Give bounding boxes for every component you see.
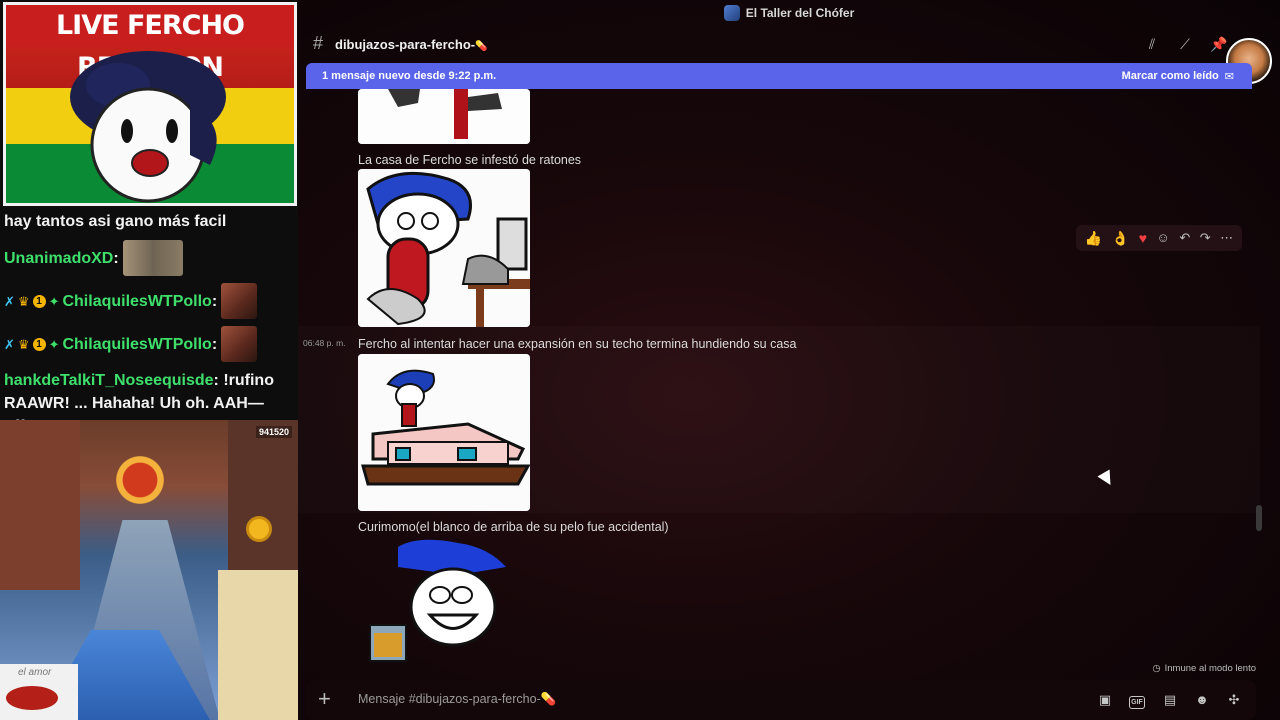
chat-username: UnanimadoXD bbox=[4, 249, 114, 267]
chat-line: hay tantos asi gano más facil bbox=[4, 210, 294, 233]
chat-username: hankdeTalkiT_Noseequisde bbox=[4, 372, 214, 389]
sword-badge-icon: ✗ bbox=[4, 293, 15, 309]
apps-icon[interactable]: ✣ bbox=[1225, 691, 1243, 709]
message-image[interactable] bbox=[358, 354, 530, 511]
chat-badges: ✗ ♛ 1 ✦ bbox=[4, 290, 59, 313]
window-titlebar: El Taller del Chófer bbox=[298, 0, 1280, 26]
chat-separator: : bbox=[213, 372, 219, 389]
emoji-icon[interactable]: ☻ bbox=[1193, 691, 1211, 709]
sticker-icon[interactable]: ▤ bbox=[1161, 691, 1179, 709]
game-score: 941520 bbox=[255, 426, 292, 438]
message-image[interactable] bbox=[358, 89, 530, 144]
forward-icon[interactable]: ↷ bbox=[1200, 230, 1211, 246]
message-image[interactable] bbox=[358, 169, 530, 327]
slowmode-indicator: ◷ Inmune al modo lento bbox=[1152, 663, 1256, 674]
pin-icon[interactable]: 📌 bbox=[1210, 36, 1227, 52]
add-reaction-icon[interactable]: ☺ bbox=[1157, 230, 1170, 246]
message-timestamp: 06:48 p. m. bbox=[303, 338, 346, 348]
chat-username: ChilaquilesWTPollo bbox=[62, 335, 212, 353]
mute-icon[interactable]: ⟋ bbox=[1177, 36, 1193, 52]
threads-icon[interactable]: ⫽ bbox=[1144, 36, 1160, 52]
mini-label: el amor bbox=[18, 667, 52, 678]
channel-name: dibujazos-para-fercho-💊 bbox=[335, 37, 488, 52]
chat-separator: : bbox=[211, 292, 218, 310]
sub-badge-icon: 1 bbox=[32, 294, 46, 308]
hash-icon: # bbox=[313, 33, 324, 53]
mini-image: el amor bbox=[0, 664, 78, 720]
crown-badge-icon: ♛ bbox=[17, 336, 30, 352]
new-messages-banner[interactable]: 1 mensaje nuevo desde 9:22 p.m. Marcar c… bbox=[306, 63, 1252, 89]
more-options-icon[interactable]: ⋯ bbox=[1220, 230, 1233, 246]
chat-line: ✗ ♛ 1 ✦ ChilaquilesWTPollo: bbox=[4, 283, 294, 319]
heart-reaction-icon[interactable]: ♥ bbox=[1139, 230, 1147, 246]
chat-emote bbox=[221, 283, 258, 319]
message-input[interactable] bbox=[358, 692, 958, 706]
mark-read-icon: ✉ bbox=[1224, 70, 1234, 83]
runner-character bbox=[110, 450, 170, 510]
server-icon bbox=[723, 5, 740, 21]
diamond-badge-icon: ✦ bbox=[48, 293, 60, 309]
diamond-badge-icon: ✦ bbox=[48, 336, 60, 352]
chat-separator: : bbox=[113, 249, 119, 267]
chat-emote bbox=[122, 240, 183, 276]
new-messages-text: 1 mensaje nuevo desde 9:22 p.m. bbox=[322, 70, 497, 82]
chat-emote bbox=[221, 326, 258, 362]
discord-window: El Taller del Chófer # dibujazos-para-fe… bbox=[298, 0, 1280, 720]
stream-overlay: LIVE FERCHO REACTION hay tantos asi gano… bbox=[0, 0, 298, 720]
scrollbar[interactable] bbox=[1256, 505, 1262, 531]
message-text: Fercho al intentar hacer una expansión e… bbox=[358, 337, 797, 351]
channel-header: # dibujazos-para-fercho-💊 ⫽ ⟋ 📌 bbox=[298, 28, 1280, 84]
window-title: El Taller del Chófer bbox=[745, 6, 855, 20]
webcam-frame: LIVE FERCHO REACTION bbox=[3, 2, 297, 206]
sword-badge-icon: ✗ bbox=[4, 336, 15, 352]
chat-badges: ✗ ♛ 1 ✦ bbox=[4, 333, 59, 356]
message-image[interactable] bbox=[358, 537, 518, 671]
mark-as-read-button[interactable]: Marcar como leído ✉ bbox=[1122, 70, 1234, 83]
chat-separator: : bbox=[211, 335, 218, 353]
coin-icon bbox=[246, 516, 272, 542]
ok-hand-reaction-icon[interactable]: 👌 bbox=[1112, 230, 1129, 246]
stream-chat: hay tantos asi gano más facil UnanimadoX… bbox=[0, 206, 298, 435]
attach-plus-icon[interactable]: + bbox=[318, 688, 331, 710]
message-actions-toolbar: 👍 👌 ♥ ☺ ↶ ↷ ⋯ bbox=[1076, 225, 1242, 251]
gift-icon[interactable]: ▣ bbox=[1096, 691, 1114, 709]
chat-username: ChilaquilesWTPollo bbox=[62, 292, 212, 310]
reply-icon[interactable]: ↶ bbox=[1179, 230, 1190, 246]
crown-badge-icon: ♛ bbox=[17, 293, 30, 309]
sub-badge-icon: 1 bbox=[32, 337, 46, 351]
message-text: La casa de Fercho se infestó de ratones bbox=[358, 153, 582, 167]
cam-title: LIVE FERCHO REACTION bbox=[6, 5, 294, 83]
thumbs-up-reaction-icon[interactable]: 👍 bbox=[1085, 230, 1102, 246]
message-composer: + ▣ GIF ▤ ☻ ✣ bbox=[306, 680, 1256, 720]
message-text: Curimomo(el blanco de arriba de su pelo … bbox=[358, 520, 669, 534]
chat-line: UnanimadoXD: bbox=[4, 240, 294, 276]
gif-icon[interactable]: GIF bbox=[1128, 691, 1146, 709]
chat-message: hay tantos asi gano más facil bbox=[4, 213, 227, 230]
message-list: La casa de Fercho se infestó de ratones … bbox=[298, 89, 1260, 671]
clock-icon: ◷ bbox=[1152, 663, 1161, 674]
cartoon-avatar bbox=[70, 51, 226, 203]
chat-line: ✗ ♛ 1 ✦ ChilaquilesWTPollo: bbox=[4, 326, 294, 362]
